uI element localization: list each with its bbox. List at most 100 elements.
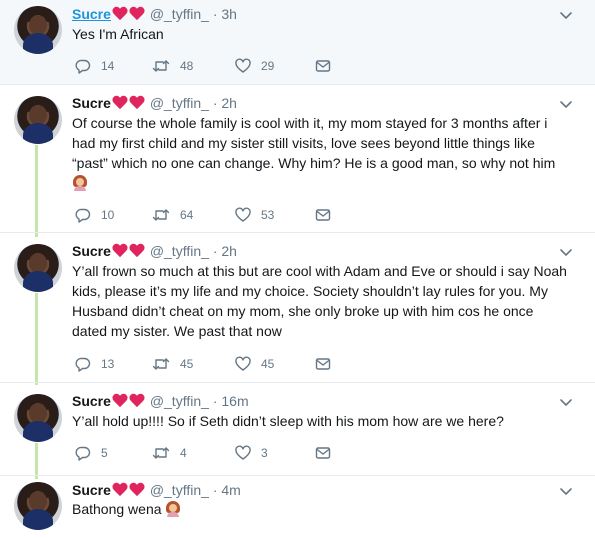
display-name[interactable]: Sucre [72,482,111,498]
avatar[interactable] [14,6,62,54]
tweet[interactable]: Sucre @_tyffin_ · 2h Of course the whole… [0,85,595,233]
like-icon [235,58,251,74]
retweet-icon [152,207,170,223]
avatar[interactable] [14,394,62,442]
like-button[interactable]: 45 [235,355,274,373]
direct-message-button[interactable] [315,57,331,75]
like-count: 53 [261,208,275,222]
chevron-down-icon[interactable] [559,245,573,259]
like-count: 3 [261,446,268,460]
retweet-count: 45 [180,357,194,371]
chevron-down-icon[interactable] [559,8,573,22]
display-name[interactable]: Sucre [72,393,111,409]
tweet-text-line: had my first child and my sister still v… [72,135,535,151]
tweet-header: Sucre @_tyffin_ · 2h [72,242,237,262]
tweet-text-line: kids, please it’s my life and my choice.… [72,283,548,299]
red-heart-emoji-icon [112,96,146,114]
direct-message-icon [315,445,331,461]
retweet-button[interactable]: 4 [152,444,187,462]
red-heart-emoji-icon [112,394,146,412]
tweet-header: Sucre @_tyffin_ · 4m [72,481,241,501]
like-icon [235,207,251,223]
tweet[interactable]: Sucre @_tyffin_ · 3h Yes I'm African 14 … [0,0,595,85]
reply-button[interactable]: 13 [75,355,114,373]
tweet-header: Sucre @_tyffin_ · 2h [72,94,237,114]
user-handle[interactable]: @_tyffin_ [150,482,209,498]
retweet-icon [152,58,170,74]
user-handle[interactable]: @_tyffin_ [150,6,209,22]
display-name[interactable]: Sucre [72,6,111,22]
tweet[interactable]: Sucre @_tyffin_ · 2h Y’all frown so much… [0,233,595,383]
tweet-header: Sucre @_tyffin_ · 16m [72,392,249,412]
avatar[interactable] [14,482,62,530]
person-facepalming-emoji-icon [165,501,181,517]
retweet-icon [152,445,170,461]
tweet-text-line: Y’all frown so much at this but are cool… [72,263,567,279]
tweet-text-line: Of course the whole family is cool with … [72,115,548,131]
user-handle[interactable]: @_tyffin_ [150,393,209,409]
retweet-button[interactable]: 64 [152,206,193,224]
like-button[interactable]: 3 [235,444,268,462]
timestamp[interactable]: 2h [221,95,237,111]
red-heart-emoji-icon [112,244,146,262]
display-name[interactable]: Sucre [72,95,111,111]
timestamp[interactable]: 2h [221,243,237,259]
reply-count: 5 [101,446,108,460]
timestamp[interactable]: 3h [221,6,237,22]
display-name[interactable]: Sucre [72,243,111,259]
like-icon [235,445,251,461]
tweet-text-line: Yes I'm African [72,26,164,42]
retweet-count: 64 [180,208,194,222]
reply-button[interactable]: 5 [75,444,108,462]
reply-button[interactable]: 14 [75,57,114,75]
reply-icon [75,445,91,461]
like-count: 29 [261,59,275,73]
tweet-text: Of course the whole family is cool with … [72,113,572,193]
tweet-text-line: Husband didn’t cheat on my mom, she only… [72,303,534,319]
tweet[interactable]: Sucre @_tyffin_ · 4m Bathong wena [0,476,595,538]
direct-message-icon [315,58,331,74]
separator-dot: · [212,95,218,111]
separator-dot: · [212,482,218,498]
direct-message-icon [315,356,331,372]
tweet-text-line: Y’all hold up!!!! So if Seth didn’t slee… [72,413,504,429]
timestamp[interactable]: 16m [221,393,248,409]
tweet-header: Sucre @_tyffin_ · 3h [72,5,237,25]
like-button[interactable]: 29 [235,57,274,75]
direct-message-button[interactable] [315,444,331,462]
retweet-button[interactable]: 45 [152,355,193,373]
retweet-count: 4 [180,446,187,460]
retweet-button[interactable]: 48 [152,57,193,75]
tweet-text: Bathong wena [72,499,572,519]
retweet-icon [152,356,170,372]
tweet-text: Y’all hold up!!!! So if Seth didn’t slee… [72,411,572,431]
retweet-count: 48 [180,59,194,73]
tweet-text-line: “past” which no one can change. Why him?… [72,155,556,171]
avatar[interactable] [14,96,62,144]
like-button[interactable]: 53 [235,206,274,224]
user-handle[interactable]: @_tyffin_ [150,95,209,111]
red-heart-emoji-icon [112,7,146,25]
separator-dot: · [212,6,218,22]
like-count: 45 [261,357,275,371]
tweet-text-line: dated my sister. We past that now [72,323,282,339]
timestamp[interactable]: 4m [221,482,240,498]
reply-button[interactable]: 10 [75,206,114,224]
reply-count: 10 [101,208,115,222]
chevron-down-icon[interactable] [559,97,573,111]
direct-message-button[interactable] [315,206,331,224]
tweet[interactable]: Sucre @_tyffin_ · 16m Y’all hold up!!!! … [0,383,595,476]
chevron-down-icon[interactable] [559,484,573,498]
like-icon [235,356,251,372]
chevron-down-icon[interactable] [559,395,573,409]
tweet-thread: Sucre @_tyffin_ · 3h Yes I'm African 14 … [0,0,595,538]
direct-message-button[interactable] [315,355,331,373]
user-handle[interactable]: @_tyffin_ [150,243,209,259]
avatar[interactable] [14,244,62,292]
tweet-text: Yes I'm African [72,24,572,44]
tweet-text: Y’all frown so much at this but are cool… [72,261,572,341]
person-facepalming-emoji-icon [72,175,88,191]
reply-icon [75,58,91,74]
direct-message-icon [315,207,331,223]
reply-count: 13 [101,357,115,371]
